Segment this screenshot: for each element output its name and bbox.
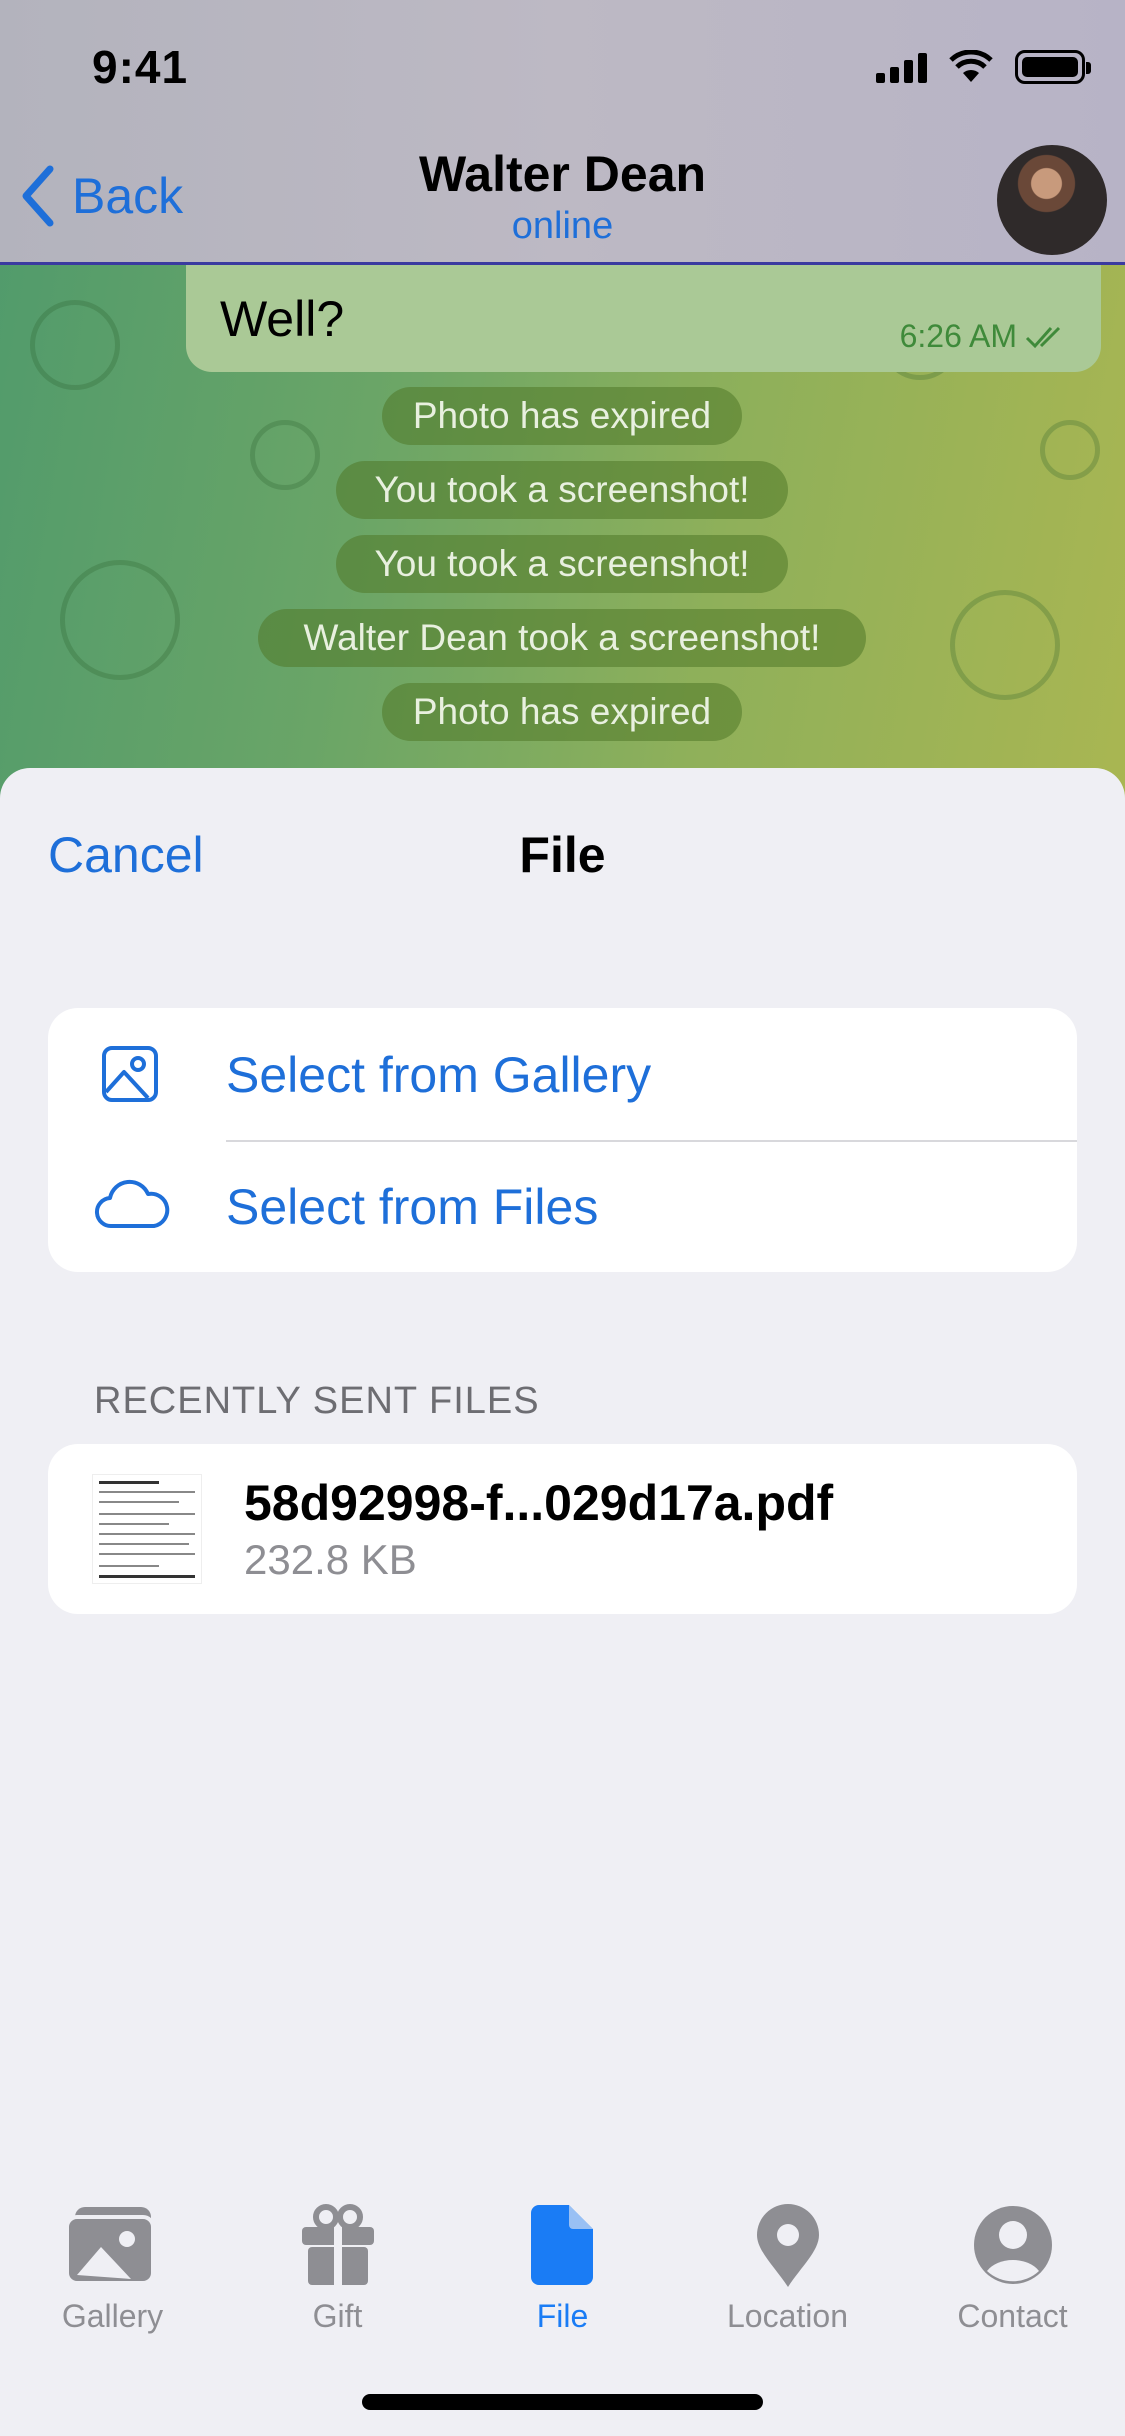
service-message: Walter Dean took a screenshot!: [258, 609, 866, 667]
service-message-text: You took a screenshot!: [374, 469, 750, 510]
wifi-icon: [949, 50, 993, 82]
recent-files-header: RECENTLY SENT FILES: [94, 1380, 540, 1422]
tab-label: Gift: [312, 2298, 363, 2334]
chat-status: online: [511, 205, 614, 247]
status-time: 9:41: [92, 41, 189, 93]
file-size: 232.8 KB: [244, 1536, 417, 1583]
message-bubble[interactable]: Well? 6:26 AM: [186, 262, 1101, 372]
service-message: Photo has expired: [382, 683, 742, 741]
recent-files-group: 58d92998-f...029d17a.pdf 232.8 KB: [48, 1444, 1077, 1614]
avatar[interactable]: [997, 145, 1107, 255]
select-from-gallery-button[interactable]: Select from Gallery: [48, 1008, 1077, 1140]
service-message: You took a screenshot!: [336, 535, 788, 593]
status-icons: [876, 50, 1091, 84]
tab-label: Location: [727, 2298, 848, 2334]
service-message-text: Walter Dean took a screenshot!: [303, 617, 821, 658]
cellular-signal-icon: [876, 51, 927, 83]
service-message-text: Photo has expired: [412, 691, 712, 732]
attachment-tab-bar: Gallery Gift File Location Contact: [0, 2190, 1125, 2350]
tab-label: Gallery: [61, 2298, 164, 2334]
chat-title[interactable]: Walter Dean: [0, 145, 1125, 203]
doodle-decoration: [250, 420, 320, 490]
file-icon: [530, 2205, 593, 2285]
cloud-icon: [94, 1179, 170, 1229]
source-options-group: Select from Gallery Select from Files: [48, 1008, 1077, 1272]
select-from-files-button[interactable]: Select from Files: [48, 1140, 1077, 1272]
tab-contact[interactable]: Contact: [900, 2190, 1125, 2350]
doodle-decoration: [60, 560, 180, 680]
option-label: Select from Files: [226, 1179, 599, 1235]
tab-gallery[interactable]: Gallery: [0, 2190, 225, 2350]
gift-icon: [301, 2204, 374, 2285]
doodle-decoration: [1040, 420, 1100, 480]
read-checkmarks-icon: [1025, 326, 1061, 348]
location-icon: [756, 2204, 819, 2287]
contact-icon: [973, 2206, 1052, 2284]
tab-label: Contact: [957, 2298, 1068, 2334]
home-indicator: [362, 2394, 763, 2410]
service-message: Photo has expired: [382, 387, 742, 445]
file-name: 58d92998-f...029d17a.pdf: [244, 1475, 834, 1531]
pdf-thumbnail: [92, 1474, 202, 1584]
doodle-decoration: [950, 590, 1060, 700]
tab-location[interactable]: Location: [675, 2190, 900, 2350]
service-message-text: You took a screenshot!: [374, 543, 750, 584]
navigation-bar: 9:41 Back Walter Dean online: [0, 0, 1125, 265]
battery-icon: [1015, 50, 1091, 84]
tab-gift[interactable]: Gift: [225, 2190, 450, 2350]
doodle-decoration: [30, 300, 120, 390]
message-text: Well?: [220, 291, 345, 347]
option-label: Select from Gallery: [226, 1047, 652, 1103]
file-picker-sheet: Cancel File Select from Gallery Select f…: [0, 768, 1125, 2436]
recent-file-row[interactable]: 58d92998-f...029d17a.pdf 232.8 KB: [48, 1444, 1077, 1614]
tab-file[interactable]: File: [450, 2190, 675, 2350]
message-meta: 6:26 AM: [900, 318, 1069, 355]
service-message-text: Photo has expired: [412, 395, 712, 436]
service-message: You took a screenshot!: [336, 461, 788, 519]
gallery-icon: [64, 2207, 155, 2285]
sheet-title: File: [519, 827, 606, 883]
message-time: 6:26 AM: [899, 318, 1017, 354]
tab-label: File: [536, 2298, 589, 2334]
gallery-icon: [102, 1046, 158, 1102]
